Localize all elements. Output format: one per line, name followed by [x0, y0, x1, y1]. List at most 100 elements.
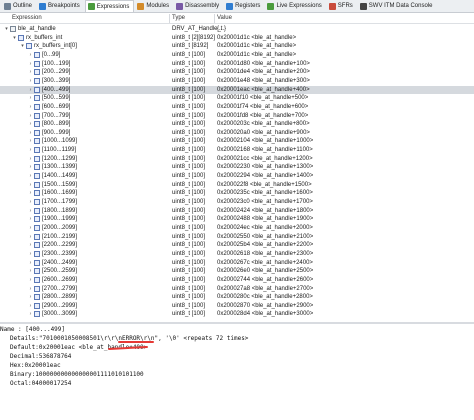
tab-live-expressions[interactable]: Live Expressions — [265, 1, 325, 12]
row-value: 0x200027a8 <ble_at_handle+2700> — [217, 285, 314, 292]
tab-label: Modules — [146, 3, 170, 9]
tree-row[interactable]: › [1500...1599] uint8_t [100] 0x200022f8 <b… — [0, 181, 474, 189]
tree-row[interactable]: ▾ ble_at_handle DRV_AT_Handle_t {...} — [0, 25, 474, 33]
expand-toggle-icon[interactable]: › — [28, 77, 33, 85]
panel-splitter[interactable] — [0, 322, 474, 324]
expand-toggle-icon[interactable]: › — [28, 155, 33, 163]
tab-registers[interactable]: Registers — [224, 1, 264, 12]
tree-row[interactable]: › [0...99] uint8_t [100] 0x20001d1c <ble_at… — [0, 51, 474, 59]
column-expression[interactable]: Expression — [12, 15, 42, 21]
tree-row[interactable]: › [1600...1699] uint8_t [100] 0x2000235c <b… — [0, 189, 474, 197]
expand-toggle-icon[interactable]: › — [28, 285, 33, 293]
tree-row[interactable]: › [2800...2899] uint8_t [100] 0x2000280c <b… — [0, 293, 474, 301]
expand-toggle-icon[interactable]: › — [28, 215, 33, 223]
tab-modules[interactable]: Modules — [135, 1, 173, 12]
tree-row[interactable]: › [2900...2999] uint8_t [100] 0x20002870 <b… — [0, 302, 474, 310]
tree-row[interactable]: ▾ rx_buffers_int[0] uint8_t [8192] 0x20001d… — [0, 42, 474, 50]
expand-toggle-icon[interactable]: › — [28, 137, 33, 145]
tree-row[interactable]: › [2100...2199] uint8_t [100] 0x20002550 <b… — [0, 233, 474, 241]
tree-row[interactable]: ▾ rx_buffers_int uint8_t [2][8192] 0x20001d… — [0, 34, 474, 42]
row-type: uint8_t [100] — [172, 129, 206, 136]
expand-toggle-icon[interactable]: › — [28, 189, 33, 197]
tab-outline[interactable]: Outline — [2, 1, 36, 12]
column-divider[interactable] — [169, 14, 170, 23]
collapse-toggle-icon[interactable]: ▾ — [20, 42, 25, 50]
expand-toggle-icon[interactable]: › — [28, 120, 33, 128]
expand-toggle-icon[interactable]: › — [28, 198, 33, 206]
collapse-toggle-icon[interactable]: ▾ — [4, 25, 9, 33]
expand-toggle-icon[interactable]: › — [28, 267, 33, 275]
tree-row[interactable]: › [1300...1399] uint8_t [100] 0x20002230 <b… — [0, 163, 474, 171]
collapse-toggle-icon[interactable]: ▾ — [12, 34, 17, 42]
expand-toggle-icon[interactable]: › — [28, 241, 33, 249]
tab-expressions[interactable]: Expressions — [84, 0, 135, 12]
tree-row[interactable]: › [1800...1899] uint8_t [100] 0x20002424 <b… — [0, 207, 474, 215]
tree-row[interactable]: › [2500...2599] uint8_t [100] 0x200026e0 <b… — [0, 267, 474, 275]
tab-label: Live Expressions — [276, 3, 322, 9]
tree-row[interactable]: › [700...799] uint8_t [100] 0x20001fd8 <ble… — [0, 112, 474, 120]
expand-toggle-icon[interactable]: › — [28, 259, 33, 267]
tree-row[interactable]: › [2300...2399] uint8_t [100] 0x20002618 <b… — [0, 250, 474, 258]
row-type: DRV_AT_Handle_t — [172, 26, 223, 32]
row-type: uint8_t [100] — [172, 121, 206, 128]
expand-toggle-icon[interactable]: › — [28, 86, 33, 94]
variable-icon — [10, 26, 16, 32]
tree-row[interactable]: › [1700...1799] uint8_t [100] 0x200023c0 <b… — [0, 198, 474, 206]
row-value: 0x200026e0 <ble_at_handle+2500> — [217, 268, 314, 275]
column-type[interactable]: Type — [172, 15, 185, 21]
column-divider[interactable] — [214, 14, 215, 23]
array-icon — [34, 138, 40, 145]
row-expression: [400...499] — [42, 86, 71, 93]
column-value[interactable]: Value — [217, 15, 232, 21]
expand-toggle-icon[interactable]: › — [28, 293, 33, 301]
array-icon — [34, 233, 40, 240]
expand-toggle-icon[interactable]: › — [28, 60, 33, 68]
tree-row[interactable]: › [1900...1999] uint8_t [100] 0x20002488 <b… — [0, 215, 474, 223]
expand-toggle-icon[interactable]: › — [28, 207, 33, 215]
tree-row[interactable]: › [3000...3099] uint8_t [100] 0x200028d4 <b… — [0, 310, 474, 318]
expand-toggle-icon[interactable]: › — [28, 310, 33, 318]
expand-toggle-icon[interactable]: › — [28, 224, 33, 232]
tree-row[interactable]: › [500...599] uint8_t [100] 0x20001f10 <ble… — [0, 94, 474, 102]
tree-row[interactable]: › [1200...1299] uint8_t [100] 0x200021cc <b… — [0, 155, 474, 163]
expand-toggle-icon[interactable]: › — [28, 103, 33, 111]
row-type: uint8_t [100] — [172, 138, 206, 145]
tree-row[interactable]: › [600...699] uint8_t [100] 0x20001f74 <ble… — [0, 103, 474, 111]
tree-row[interactable]: › [1100...1199] uint8_t [100] 0x20002168 <b… — [0, 146, 474, 154]
tab-sfrs[interactable]: SFRs — [327, 1, 357, 12]
tree-row[interactable]: › [1000...1099] uint8_t [100] 0x20002104 <b… — [0, 137, 474, 145]
array-icon — [34, 60, 40, 67]
expand-toggle-icon[interactable]: › — [28, 94, 33, 102]
tab-breakpoints[interactable]: Breakpoints — [37, 1, 84, 12]
expand-toggle-icon[interactable]: › — [28, 181, 33, 189]
expand-toggle-icon[interactable]: › — [28, 302, 33, 310]
row-value: 0x200028d4 <ble_at_handle+3000> — [217, 311, 314, 318]
tree-row[interactable]: › [2200...2299] uint8_t [100] 0x200025b4 <b… — [0, 241, 474, 249]
tree-row[interactable]: › [2600...2699] uint8_t [100] 0x20002744 <b… — [0, 276, 474, 284]
expand-toggle-icon[interactable]: › — [28, 276, 33, 284]
expand-toggle-icon[interactable]: › — [28, 68, 33, 76]
tree-row[interactable]: › [2000...2099] uint8_t [100] 0x200024ec <b… — [0, 224, 474, 232]
expand-toggle-icon[interactable]: › — [28, 233, 33, 241]
expand-toggle-icon[interactable]: › — [28, 163, 33, 171]
tree-row[interactable]: › [300...399] uint8_t [100] 0x20001e48 <ble… — [0, 77, 474, 85]
tab-swv-itm-data-console[interactable]: SWV ITM Data Console — [358, 1, 437, 12]
row-expression: [2500...2599] — [42, 268, 78, 275]
expand-toggle-icon[interactable]: › — [28, 172, 33, 180]
tree-row[interactable]: › [400...499] uint8_t [100] 0x20001eac <ble… — [0, 85, 474, 94]
tree-row[interactable]: › [100...199] uint8_t [100] 0x20001d80 <ble… — [0, 60, 474, 68]
tree-row[interactable]: › [1400...1499] uint8_t [100] 0x20002294 <b… — [0, 172, 474, 180]
tree-row[interactable]: › [800...899] uint8_t [100] 0x2000203c <ble… — [0, 120, 474, 128]
tab-disassembly[interactable]: Disassembly — [174, 1, 223, 12]
tree-row[interactable]: › [2700...2799] uint8_t [100] 0x200027a8 <b… — [0, 285, 474, 293]
expand-toggle-icon[interactable]: › — [28, 146, 33, 154]
tree-row[interactable]: › [200...299] uint8_t [100] 0x20001de4 <ble… — [0, 68, 474, 76]
array-icon — [34, 147, 40, 154]
tree-row[interactable]: › [900...999] uint8_t [100] 0x200020a0 <ble… — [0, 129, 474, 137]
row-value: 0x20002550 <ble_at_handle+2100> — [217, 233, 314, 240]
expand-toggle-icon[interactable]: › — [28, 250, 33, 258]
expand-toggle-icon[interactable]: › — [28, 51, 33, 59]
expand-toggle-icon[interactable]: › — [28, 129, 33, 137]
expand-toggle-icon[interactable]: › — [28, 112, 33, 120]
tree-row[interactable]: › [2400...2499] uint8_t [100] 0x2000267c <b… — [0, 259, 474, 267]
